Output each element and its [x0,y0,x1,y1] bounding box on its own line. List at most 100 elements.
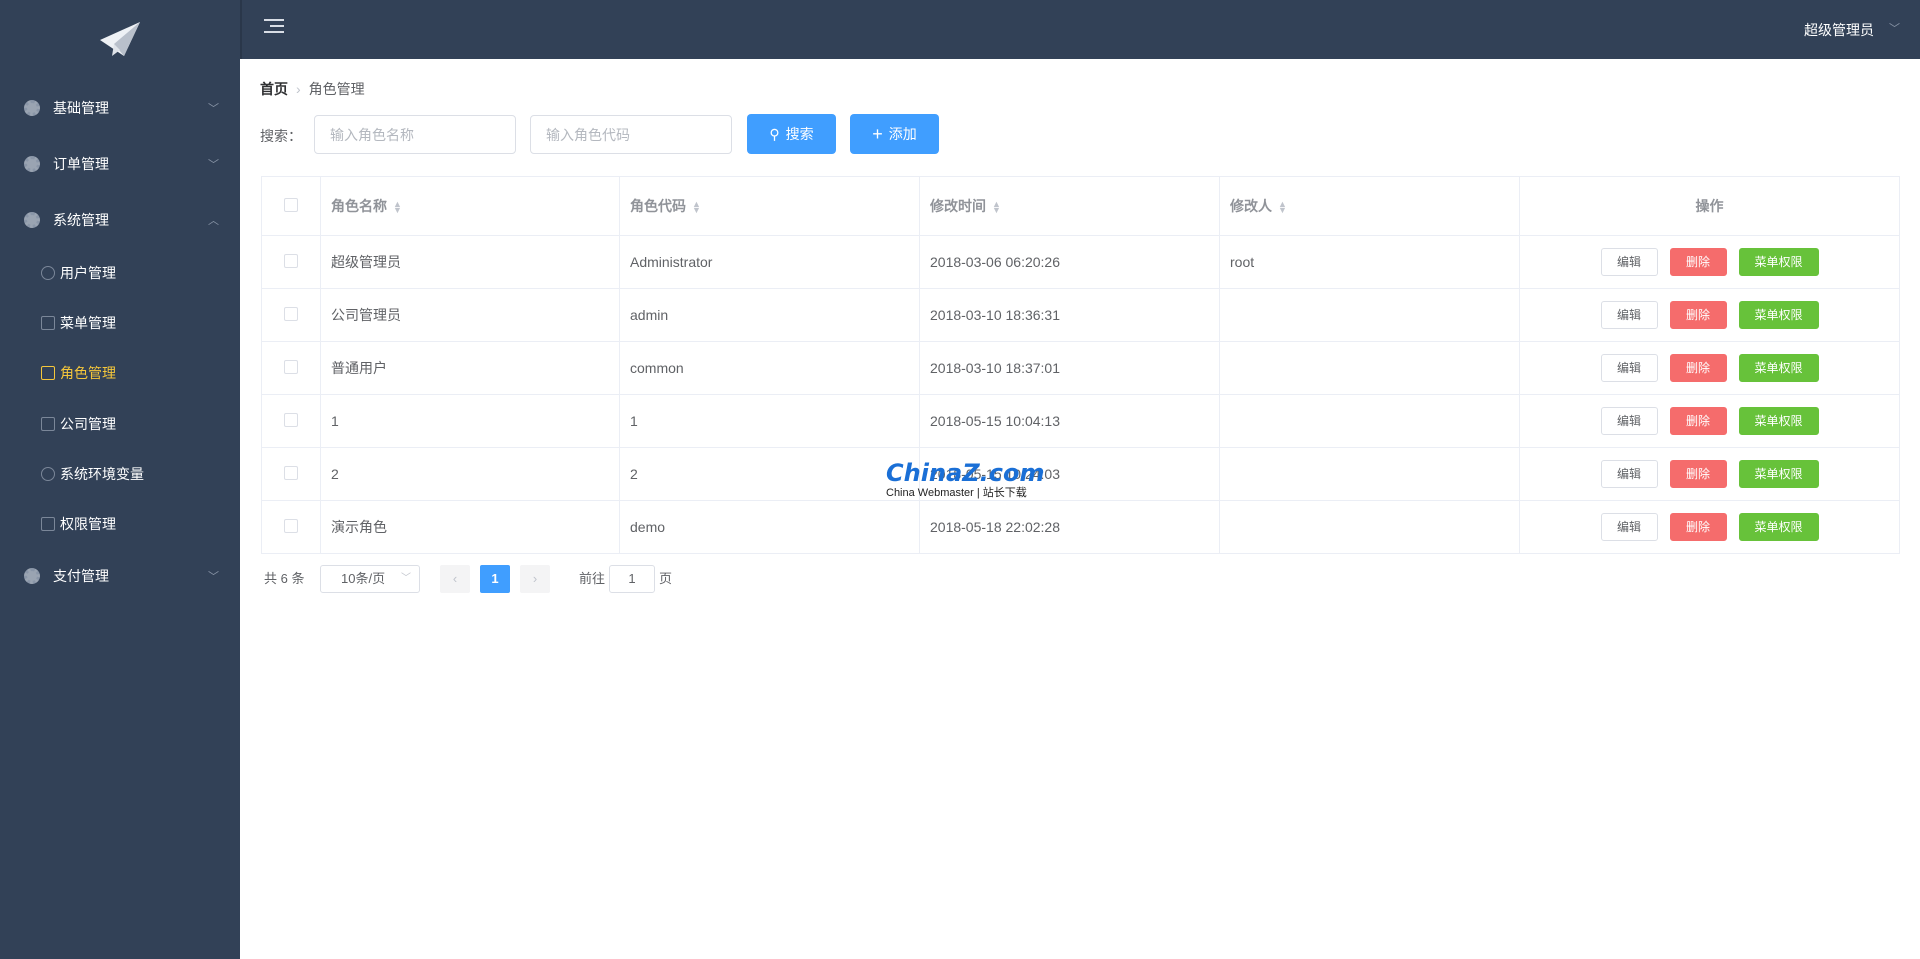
roles-table: 角色名称 ▲ ▼ 角色代码 ▲ ▼ 修改时间 ▲ ▼ 修改人 ▲ ▼ 操作 超级管理员 Admi… [261,176,1900,554]
gear-icon [24,156,40,172]
edit-button[interactable]: 编辑 [1600,354,1658,382]
chevron-down-icon[interactable]: ﹀ [1889,20,1900,36]
edit-button[interactable]: 编辑 [1600,513,1658,541]
menu-permission-button[interactable]: 菜单权限 [1738,513,1819,541]
col-header-modifier[interactable]: 修改人 ▲ ▼ [1219,176,1520,236]
sort-icon[interactable]: ▲ ▼ [1278,200,1287,215]
actions-cell: 编辑 删除 菜单权限 [1519,235,1900,289]
row-select-cell [261,394,321,448]
table-header-row: 角色名称 ▲ ▼ 角色代码 ▲ ▼ 修改时间 ▲ ▼ 修改人 ▲ ▼ 操作 [261,176,1900,236]
select-all-cell [261,176,321,236]
modified-time: 2018-05-15 10:04:13 [919,394,1220,448]
row-checkbox[interactable] [284,306,298,321]
menu-permission-button[interactable]: 菜单权限 [1738,460,1819,488]
menu-permission-button[interactable]: 菜单权限 [1738,354,1819,382]
nav-label: 权限管理 [60,516,116,532]
chevron-down-icon: ﹀ [208,571,219,583]
role-name: 1 [320,394,620,448]
nav-users[interactable]: 用户管理 [0,253,240,293]
nav-roles[interactable]: 角色管理 [0,353,240,393]
actions-cell: 编辑 删除 菜单权限 [1519,394,1900,448]
delete-button[interactable]: 删除 [1669,301,1727,329]
breadcrumb: 首页 › 角色管理 [260,79,365,99]
sidebar: 基础管理 ﹀ 订单管理 ﹀ 系统管理 ︿ 用户管理 菜单管理 角色管理 公司管理 系统… [0,0,240,959]
add-button[interactable]: + 添加 [850,114,939,154]
nav-label: 菜单管理 [60,315,116,331]
row-checkbox[interactable] [284,359,298,374]
page-size-select[interactable]: 10条/页 ﹀ [320,565,420,593]
edit-button[interactable]: 编辑 [1600,301,1658,329]
modifier [1219,500,1520,554]
row-select-cell [261,288,321,342]
edit-button[interactable]: 编辑 [1600,407,1658,435]
modifier: root [1219,235,1520,289]
modified-time: 2018-03-10 18:36:31 [919,288,1220,342]
role-code: Administrator [619,235,920,289]
modifier [1219,288,1520,342]
row-checkbox[interactable] [284,253,298,268]
row-select-cell [261,235,321,289]
nav-payment[interactable]: 支付管理 ﹀ [0,556,240,596]
nav-system[interactable]: 系统管理 ︿ [0,200,240,240]
nav-env-vars[interactable]: 系统环境变量 [0,454,240,494]
delete-button[interactable]: 删除 [1669,513,1727,541]
role-name: 普通用户 [320,341,620,395]
search-button[interactable]: ⚲ 搜索 [747,114,836,154]
chevron-right-icon: › [296,81,301,97]
row-select-cell [261,447,321,501]
user-menu[interactable]: 超级管理员 [1804,20,1874,40]
goto-label: 前往 [579,571,606,586]
role-code: admin [619,288,920,342]
col-label: 角色代码 [630,198,686,214]
nav-companies[interactable]: 公司管理 [0,404,240,444]
col-header-name[interactable]: 角色名称 ▲ ▼ [320,176,620,236]
actions-cell: 编辑 删除 菜单权限 [1519,288,1900,342]
menu-permission-button[interactable]: 菜单权限 [1738,301,1819,329]
users-icon [41,266,55,280]
plus-icon: + [872,123,883,144]
row-checkbox[interactable] [284,465,298,480]
pagination: 共 6 条 10条/页 ﹀ ‹ 1 › 前往 1 页 [264,565,964,593]
delete-button[interactable]: 删除 [1669,460,1727,488]
nav-label: 系统环境变量 [60,466,144,482]
prev-page-button[interactable]: ‹ [440,565,470,593]
nav-basic[interactable]: 基础管理 ﹀ [0,88,240,128]
row-checkbox[interactable] [284,412,298,427]
actions-cell: 编辑 删除 菜单权限 [1519,500,1900,554]
role-name: 公司管理员 [320,288,620,342]
delete-button[interactable]: 删除 [1669,407,1727,435]
delete-button[interactable]: 删除 [1669,248,1727,276]
top-header: 超级管理员 ﹀ [240,0,1920,59]
menu-permission-button[interactable]: 菜单权限 [1738,407,1819,435]
nav-permissions[interactable]: 权限管理 [0,504,240,544]
col-header-time[interactable]: 修改时间 ▲ ▼ [919,176,1220,236]
page-1-button[interactable]: 1 [480,565,510,593]
collapse-menu-icon[interactable] [264,19,284,39]
role-code-input[interactable] [530,115,732,154]
sort-icon[interactable]: ▲ ▼ [992,200,1001,215]
col-header-code[interactable]: 角色代码 ▲ ▼ [619,176,920,236]
col-label: 修改人 [1230,198,1272,214]
goto-page-input[interactable]: 1 [609,565,655,593]
row-checkbox[interactable] [284,518,298,533]
nav-menus[interactable]: 菜单管理 [0,303,240,343]
sort-icon[interactable]: ▲ ▼ [393,200,402,215]
select-all-checkbox[interactable] [284,197,298,212]
menu-permission-button[interactable]: 菜单权限 [1738,248,1819,276]
table-row: 1 1 2018-05-15 10:04:13 编辑 删除 菜单权限 [261,394,1900,448]
search-button-label: 搜索 [785,126,814,142]
next-page-button[interactable]: › [520,565,550,593]
sort-icon[interactable]: ▲ ▼ [692,200,701,215]
nav-order[interactable]: 订单管理 ﹀ [0,144,240,184]
table-row: 演示角色 demo 2018-05-18 22:02:28 编辑 删除 菜单权限 [261,500,1900,554]
role-code: 2 [619,447,920,501]
edit-button[interactable]: 编辑 [1600,248,1658,276]
modified-time: 2018-05-15 10:24:03 [919,447,1220,501]
breadcrumb-home[interactable]: 首页 [260,81,288,97]
edit-button[interactable]: 编辑 [1600,460,1658,488]
table-row: 2 2 2018-05-15 10:24:03 编辑 删除 菜单权限 [261,447,1900,501]
delete-button[interactable]: 删除 [1669,354,1727,382]
modifier [1219,341,1520,395]
role-name-input[interactable] [314,115,516,154]
actions-cell: 编辑 删除 菜单权限 [1519,447,1900,501]
